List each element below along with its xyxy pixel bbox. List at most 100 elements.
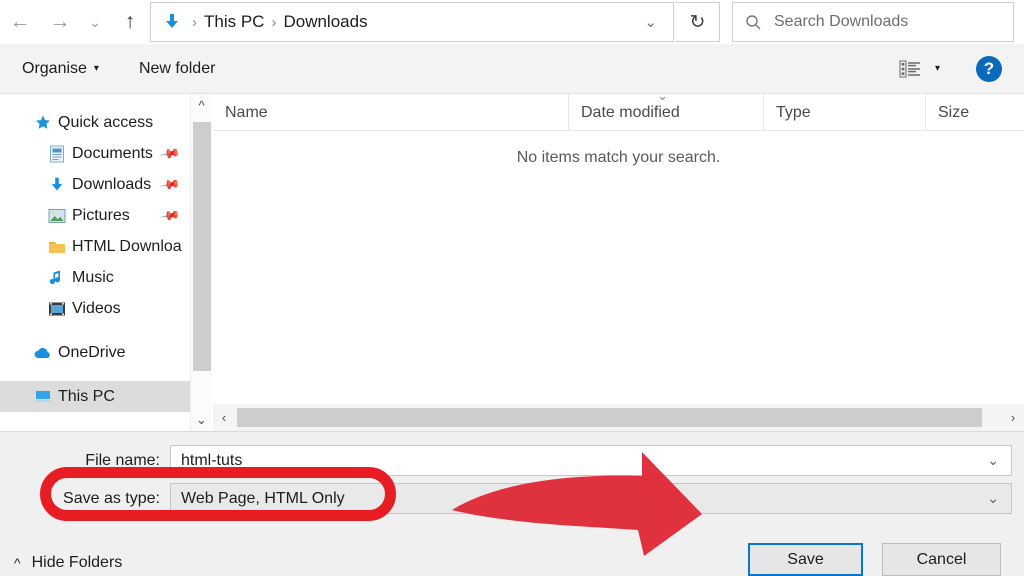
column-header-type[interactable]: Type: [763, 94, 925, 131]
file-list[interactable]: Name ⌄ Date modified Type Size No items …: [213, 94, 1024, 404]
column-label: Name: [225, 104, 268, 122]
breadcrumb-separator: ›: [185, 14, 204, 31]
sidebar-item-downloads[interactable]: Downloads 📌: [0, 169, 190, 200]
save-as-type-field[interactable]: Web Page, HTML Only ⌄: [170, 483, 1012, 514]
monitor-icon: [30, 389, 56, 405]
sidebar-vertical-scrollbar[interactable]: ^ ⌄: [190, 94, 212, 431]
sidebar-group-gap: [0, 324, 190, 337]
search-icon: [745, 14, 762, 31]
save-as-type-value: Web Page, HTML Only: [171, 490, 345, 508]
downloads-arrow-icon: [44, 176, 70, 194]
sidebar-top-gap: [0, 94, 190, 107]
chevron-down-icon: ▾: [94, 63, 99, 74]
sidebar-item-label: Pictures: [72, 207, 130, 225]
sidebar-item-label: Music: [72, 269, 114, 287]
sidebar-item-this-pc[interactable]: This PC: [0, 381, 190, 412]
sidebar-item-music[interactable]: Music: [0, 262, 190, 293]
sidebar-item-pictures[interactable]: Pictures 📌: [0, 200, 190, 231]
column-header-name[interactable]: Name: [213, 94, 568, 131]
breadcrumb-chevron-down-icon[interactable]: ⌄: [632, 13, 669, 31]
sidebar-item-label: OneDrive: [58, 344, 126, 362]
folder-icon: [44, 239, 70, 255]
sidebar-item-quick-access[interactable]: Quick access: [0, 107, 190, 138]
new-folder-button[interactable]: New folder: [139, 60, 215, 78]
scroll-left-chevron-left-icon[interactable]: ‹: [213, 404, 235, 431]
sidebar-item-label: Downloads: [72, 176, 151, 194]
sidebar-item-label: HTML Download: [72, 238, 182, 256]
file-name-row: File name: html-tuts ⌄: [0, 445, 1024, 476]
empty-state-message: No items match your search.: [213, 149, 1024, 167]
save-label: Save: [787, 551, 823, 569]
forward-icon[interactable]: →: [40, 2, 80, 42]
sidebar-item-label: Documents: [72, 145, 153, 163]
sidebar-item-onedrive[interactable]: OneDrive: [0, 337, 190, 368]
file-name-label: File name:: [0, 452, 170, 470]
sidebar-item-label: Quick access: [58, 114, 153, 132]
pin-icon[interactable]: 📌: [159, 173, 181, 195]
save-form: File name: html-tuts ⌄ Save as type: Web…: [0, 431, 1024, 576]
search-placeholder: Search Downloads: [774, 13, 908, 31]
column-label: Type: [776, 104, 811, 122]
organise-button[interactable]: Organise ▾: [22, 60, 99, 78]
list-view-icon: [899, 59, 921, 79]
recent-locations-chevron-down-icon[interactable]: ⌄: [80, 2, 110, 42]
breadcrumb-item-this-pc[interactable]: This PC: [204, 12, 264, 32]
save-as-type-chevron-down-icon[interactable]: ⌄: [975, 490, 1011, 507]
save-button[interactable]: Save: [748, 543, 863, 576]
breadcrumb[interactable]: › This PC › Downloads ⌄: [150, 2, 674, 42]
horizontal-scroll-thumb[interactable]: [237, 408, 982, 427]
vertical-scroll-thumb[interactable]: [193, 122, 211, 371]
column-header-row: Name ⌄ Date modified Type Size: [213, 94, 1024, 131]
command-toolbar: Organise ▾ New folder ▾ ?: [0, 44, 1024, 94]
music-note-icon: [44, 269, 70, 287]
cancel-button[interactable]: Cancel: [882, 543, 1001, 576]
sort-chevron-down-icon: ⌄: [657, 88, 668, 104]
scroll-down-chevron-down-icon[interactable]: ⌄: [191, 409, 213, 431]
search-input[interactable]: Search Downloads: [732, 2, 1014, 42]
save-file-dialog: ← → ⌄ ↑ › This PC › Downloads ⌄ ↻ Search…: [0, 0, 1024, 576]
sidebar-item-videos[interactable]: Videos: [0, 293, 190, 324]
horizontal-scroll-track[interactable]: [235, 404, 1002, 431]
file-name-chevron-down-icon[interactable]: ⌄: [975, 452, 1011, 469]
video-icon: [44, 301, 70, 317]
sidebar-item-documents[interactable]: Documents 📌: [0, 138, 190, 169]
help-button[interactable]: ?: [976, 56, 1002, 82]
breadcrumb-item-downloads[interactable]: Downloads: [283, 12, 367, 32]
navigation-bar: ← → ⌄ ↑ › This PC › Downloads ⌄ ↻ Search…: [0, 0, 1024, 44]
pin-icon[interactable]: 📌: [159, 204, 181, 226]
view-chevron-down-icon[interactable]: ▾: [935, 63, 940, 74]
sidebar-group-gap: [0, 368, 190, 381]
back-icon[interactable]: ←: [0, 2, 40, 42]
navigation-sidebar[interactable]: Quick access Documents 📌 Down: [0, 94, 190, 431]
column-label: Date modified: [581, 104, 680, 122]
star-icon: [30, 114, 56, 132]
sidebar-item-label: Videos: [72, 300, 121, 318]
save-as-type-label: Save as type:: [0, 490, 170, 508]
hide-folders-label: Hide Folders: [32, 554, 123, 572]
breadcrumb-separator: ›: [264, 14, 283, 31]
sidebar-item-label: This PC: [58, 388, 115, 406]
refresh-icon[interactable]: ↻: [676, 2, 720, 42]
column-label: Size: [938, 104, 969, 122]
scroll-up-chevron-up-icon[interactable]: ^: [191, 94, 213, 116]
pin-icon[interactable]: 📌: [159, 142, 181, 164]
file-list-horizontal-scrollbar[interactable]: ‹ ›: [213, 404, 1024, 431]
downloads-arrow-icon: [159, 12, 185, 32]
scroll-right-chevron-right-icon[interactable]: ›: [1002, 404, 1024, 431]
vertical-scroll-track[interactable]: [191, 116, 213, 409]
column-header-size[interactable]: Size: [925, 94, 1024, 131]
file-name-field[interactable]: html-tuts ⌄: [170, 445, 1012, 476]
up-icon[interactable]: ↑: [110, 2, 150, 42]
sidebar-item-html-download[interactable]: HTML Download: [0, 231, 190, 262]
view-options-button[interactable]: ▾: [899, 59, 940, 79]
cancel-label: Cancel: [917, 551, 967, 569]
hide-folders-button[interactable]: ^ Hide Folders: [14, 554, 122, 572]
cloud-icon: [30, 346, 56, 360]
column-header-date-modified[interactable]: ⌄ Date modified: [568, 94, 763, 131]
save-as-type-row: Save as type: Web Page, HTML Only ⌄: [0, 483, 1024, 514]
new-folder-label: New folder: [139, 60, 215, 78]
organise-label: Organise: [22, 60, 87, 78]
help-label: ?: [984, 59, 994, 79]
picture-icon: [44, 208, 70, 224]
document-icon: [44, 145, 70, 163]
